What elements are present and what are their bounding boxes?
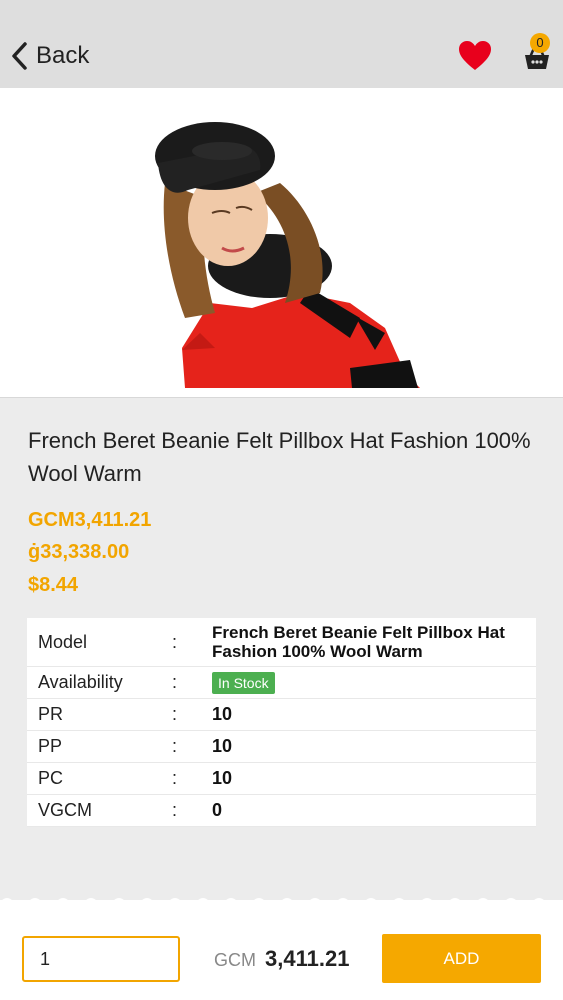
back-button[interactable]: Back bbox=[10, 38, 89, 74]
price-usd: $8.44 bbox=[28, 574, 79, 596]
spec-label: PC bbox=[38, 768, 64, 788]
quantity-input[interactable] bbox=[22, 936, 180, 982]
total-amount: 3,411.21 bbox=[265, 946, 350, 971]
spec-value: 10 bbox=[212, 736, 233, 756]
spec-label: PR bbox=[38, 704, 64, 724]
spec-separator: : bbox=[172, 672, 178, 692]
spec-separator: : bbox=[172, 800, 178, 820]
spec-row-pc: PC : 10 bbox=[27, 763, 536, 795]
spec-separator: : bbox=[172, 768, 178, 788]
total-price: GCM 3,411.21 bbox=[214, 946, 349, 972]
add-to-cart-button[interactable]: ADD bbox=[382, 934, 541, 983]
spec-separator: : bbox=[172, 631, 178, 652]
spec-row-availability: Availability : In Stock bbox=[27, 667, 536, 699]
heart-icon[interactable] bbox=[457, 40, 493, 72]
stock-status-badge: In Stock bbox=[212, 672, 275, 694]
spec-value: French Beret Beanie Felt Pillbox Hat Fas… bbox=[212, 623, 505, 661]
spec-row-pr: PR : 10 bbox=[27, 699, 536, 731]
spec-row-model: Model : French Beret Beanie Felt Pillbox… bbox=[27, 618, 536, 667]
total-currency: GCM bbox=[214, 950, 256, 970]
spec-label: Model bbox=[38, 631, 88, 652]
spec-value: 10 bbox=[212, 704, 233, 724]
spec-value: In Stock bbox=[212, 672, 536, 694]
spec-value: 10 bbox=[212, 768, 233, 788]
product-image bbox=[0, 88, 563, 398]
spec-separator: : bbox=[172, 736, 178, 756]
spec-label: PP bbox=[38, 736, 63, 756]
spec-label: VGCM bbox=[38, 800, 92, 820]
product-title: French Beret Beanie Felt Pillbox Hat Fas… bbox=[28, 428, 531, 486]
cart-count-badge: 0 bbox=[530, 33, 550, 53]
chevron-left-icon bbox=[12, 42, 27, 70]
spec-label: Availability bbox=[38, 672, 123, 692]
price-gcm: GCM3,411.21 bbox=[28, 509, 152, 531]
price-local: ġ33,338.00 bbox=[28, 541, 130, 563]
specs-table: Model : French Beret Beanie Felt Pillbox… bbox=[27, 618, 536, 827]
top-bar: Back 0 bbox=[0, 0, 563, 88]
spec-row-pp: PP : 10 bbox=[27, 731, 536, 763]
back-label: Back bbox=[36, 42, 90, 69]
spec-value: 0 bbox=[212, 800, 223, 820]
product-photo bbox=[0, 88, 563, 397]
spec-row-vgcm: VGCM : 0 bbox=[27, 795, 536, 827]
spec-separator: : bbox=[172, 704, 178, 724]
